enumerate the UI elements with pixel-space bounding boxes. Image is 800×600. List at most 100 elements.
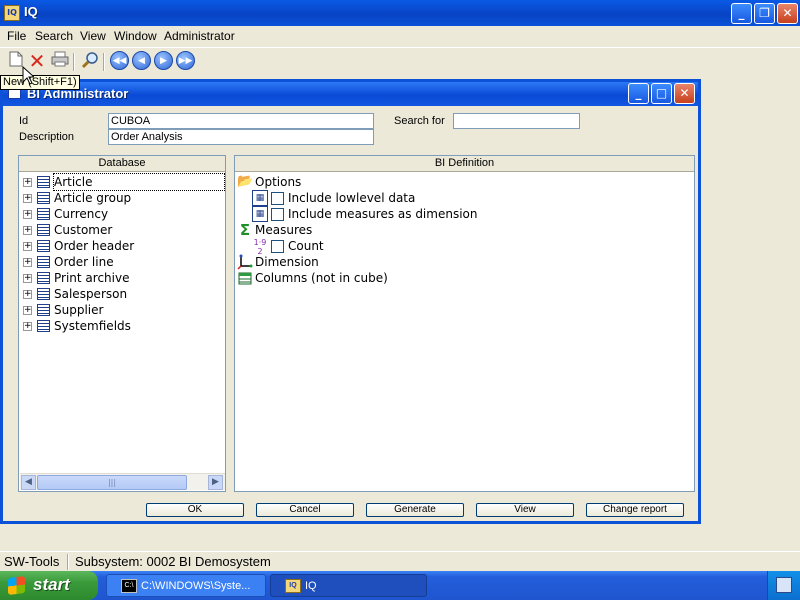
menu-administrator[interactable]: Administrator <box>164 29 235 43</box>
open-folder-icon: 📂 <box>237 174 254 189</box>
expand-icon[interactable]: + <box>23 306 32 315</box>
table-icon <box>37 192 50 204</box>
tree-item-label: Order line <box>54 255 114 269</box>
axes-icon <box>237 254 253 270</box>
include-measures-checkbox[interactable] <box>271 208 284 221</box>
database-panel: Database + Article + Article group + Cur… <box>18 155 226 492</box>
toolbar-tooltip: New (Shift+F1) <box>0 75 80 90</box>
menu-file[interactable]: File <box>7 29 26 43</box>
search-for-label: Search for <box>394 115 445 127</box>
expand-icon[interactable]: + <box>23 322 32 331</box>
bi-definition-header: BI Definition <box>235 156 694 172</box>
tree-item-label: Systemfields <box>54 319 131 333</box>
description-field[interactable]: Order Analysis <box>108 129 374 145</box>
option-label: Include lowlevel data <box>288 191 416 205</box>
option-grid-icon: ▦ <box>252 206 268 222</box>
status-left: SW-Tools <box>4 554 60 569</box>
taskbar-item-label: IQ <box>305 580 317 592</box>
mouse-cursor-icon <box>22 66 34 85</box>
table-icon <box>37 320 50 332</box>
table-icon <box>37 176 50 188</box>
next-record-icon[interactable]: ▶ <box>154 51 173 70</box>
numeric-icon: 1·9 2 <box>253 238 267 256</box>
table-icon <box>37 208 50 220</box>
taskbar: start C:\ C:\WINDOWS\Syste... IQ IQ <box>0 571 800 600</box>
expand-icon[interactable]: + <box>23 242 32 251</box>
bi-definition-panel: BI Definition 📂 Options ▦ Include lowlev… <box>234 155 695 492</box>
last-record-icon[interactable]: ▶▶ <box>176 51 195 70</box>
app-titlebar[interactable]: IQ IQ _ ❐ ✕ <box>0 0 800 26</box>
table-icon <box>37 272 50 284</box>
start-button[interactable]: start <box>0 571 98 600</box>
measure-label: Count <box>288 239 324 253</box>
sigma-icon: Σ <box>239 221 251 239</box>
expand-icon[interactable]: + <box>23 210 32 219</box>
database-header: Database <box>19 156 225 172</box>
status-separator <box>67 554 69 570</box>
tree-node-label: Options <box>255 175 302 189</box>
menubar: File Search View Window Administrator <box>0 26 800 46</box>
include-lowlevel-checkbox[interactable] <box>271 192 284 205</box>
dialog-close-button[interactable]: ✕ <box>674 83 695 104</box>
generate-button[interactable]: Generate <box>366 503 464 517</box>
scroll-right-icon[interactable]: ▶ <box>208 475 223 490</box>
taskbar-item-label: C:\WINDOWS\Syste... <box>141 580 251 592</box>
iq-app-icon: IQ <box>4 5 20 21</box>
dialog-titlebar[interactable]: BI Administrator _ □ ✕ <box>3 82 698 106</box>
tree-item-label: Article group <box>54 191 132 205</box>
tree-item-label: Order header <box>54 239 135 253</box>
bi-administrator-window: BI Administrator _ □ ✕ Id CUBOA Descript… <box>0 79 701 524</box>
dialog-minimize-button[interactable]: _ <box>628 83 649 104</box>
expand-icon[interactable]: + <box>23 258 32 267</box>
count-checkbox[interactable] <box>271 240 284 253</box>
taskbar-item-cmd[interactable]: C:\ C:\WINDOWS\Syste... <box>106 574 266 597</box>
print-icon[interactable] <box>50 51 70 71</box>
option-grid-icon: ▦ <box>252 190 268 206</box>
network-icon[interactable] <box>776 577 792 593</box>
iq-app-icon: IQ <box>285 579 301 593</box>
scroll-left-icon[interactable]: ◀ <box>21 475 36 490</box>
expand-icon[interactable]: + <box>23 194 32 203</box>
tree-item-article[interactable]: + Article <box>23 173 225 191</box>
expand-icon[interactable]: + <box>23 274 32 283</box>
table-icon <box>37 240 50 252</box>
option-label: Include measures as dimension <box>288 207 478 221</box>
tree-item-label: Customer <box>54 223 113 237</box>
taskbar-item-iq[interactable]: IQ IQ <box>270 574 427 597</box>
tree-item-label: Salesperson <box>54 287 128 301</box>
scroll-thumb[interactable]: ||| <box>37 475 187 490</box>
windows-logo-icon <box>8 576 25 595</box>
tree-item-label: Article <box>53 173 225 191</box>
id-field[interactable]: CUBOA <box>108 113 374 129</box>
cancel-button[interactable]: Cancel <box>256 503 354 517</box>
system-tray <box>767 571 800 600</box>
tree-item-label: Supplier <box>54 303 104 317</box>
expand-icon[interactable]: + <box>23 178 32 187</box>
tree-node-label: Dimension <box>255 255 319 269</box>
ok-button[interactable]: OK <box>146 503 244 517</box>
dialog-maximize-button[interactable]: □ <box>651 83 672 104</box>
menu-window[interactable]: Window <box>114 29 157 43</box>
view-button[interactable]: View <box>476 503 574 517</box>
columns-icon <box>238 272 252 285</box>
table-icon <box>37 288 50 300</box>
minimize-button[interactable]: _ <box>731 3 752 24</box>
change-report-button[interactable]: Change report <box>586 503 684 517</box>
status-bar: SW-Tools Subsystem: 0002 BI Demosystem <box>0 551 800 571</box>
expand-icon[interactable]: + <box>23 226 32 235</box>
app-title: IQ <box>24 4 38 19</box>
search-for-input[interactable] <box>453 113 580 129</box>
id-label: Id <box>19 115 29 127</box>
menu-view[interactable]: View <box>80 29 106 43</box>
close-button[interactable]: ✕ <box>777 3 798 24</box>
previous-record-icon[interactable]: ◀ <box>132 51 151 70</box>
search-icon[interactable] <box>80 51 100 71</box>
horizontal-scrollbar[interactable]: ◀ ||| ▶ <box>20 473 225 490</box>
toolbar-separator <box>73 53 75 71</box>
restore-button[interactable]: ❐ <box>754 3 775 24</box>
menu-search[interactable]: Search <box>35 29 73 43</box>
expand-icon[interactable]: + <box>23 290 32 299</box>
status-subsystem: Subsystem: 0002 BI Demosystem <box>75 554 271 569</box>
table-icon <box>37 224 50 236</box>
first-record-icon[interactable]: ◀◀ <box>110 51 129 70</box>
